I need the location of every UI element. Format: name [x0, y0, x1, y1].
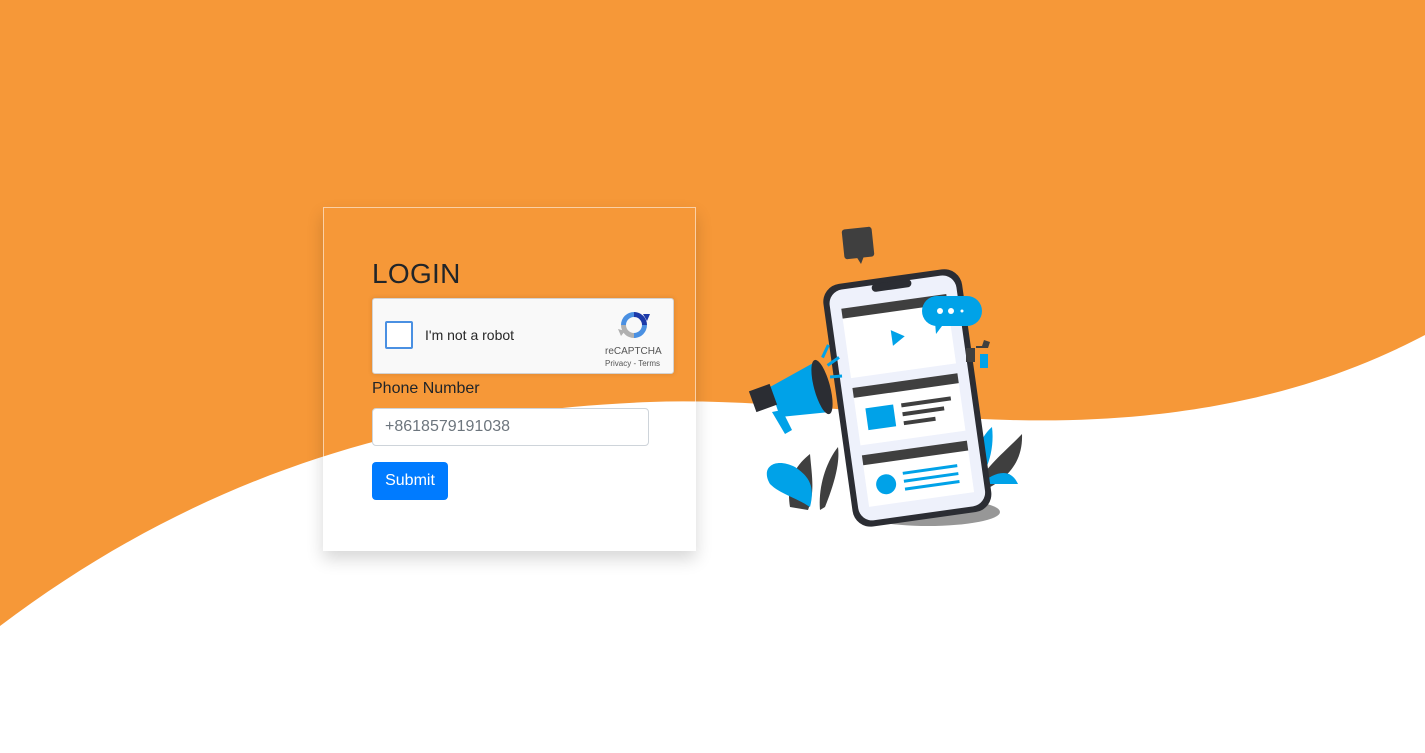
login-title: LOGIN	[372, 258, 461, 289]
mobile-marketing-illustration	[748, 226, 1023, 527]
recaptcha-checkbox[interactable]	[385, 321, 413, 349]
recaptcha-icon	[618, 312, 650, 338]
leaves-icon-left	[766, 447, 839, 510]
recaptcha-terms-link[interactable]: Terms	[638, 359, 660, 368]
recaptcha-brand: reCAPTCHA	[605, 346, 662, 357]
login-card: LOGIN I'm not a robot reCAPTCHA Privacy …	[323, 207, 696, 551]
recaptcha-privacy-link[interactable]: Privacy	[605, 359, 631, 368]
submit-button[interactable]: Submit	[372, 462, 448, 500]
recaptcha-label: I'm not a robot	[425, 327, 515, 343]
phone-number-label: Phone Number	[372, 380, 480, 397]
phone-number-input[interactable]	[372, 408, 649, 446]
login-page: LOGIN I'm not a robot reCAPTCHA Privacy …	[0, 0, 1425, 753]
speech-bubble-icon	[841, 226, 875, 264]
orange-wave-background	[0, 0, 1425, 626]
megaphone-icon	[748, 344, 843, 434]
recaptcha-widget: I'm not a robot reCAPTCHA Privacy - Term…	[372, 298, 674, 374]
recaptcha-links: Privacy - Terms	[605, 359, 660, 368]
